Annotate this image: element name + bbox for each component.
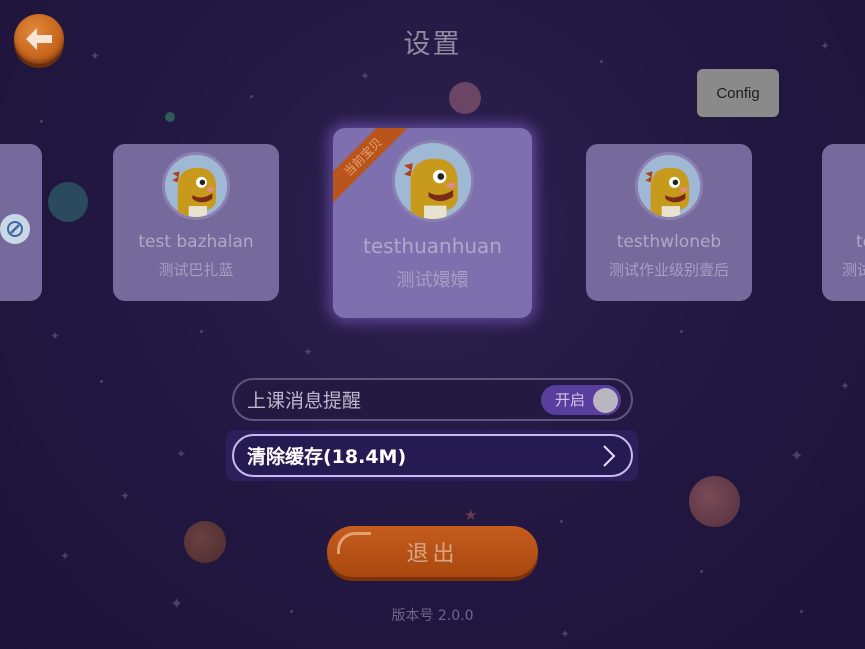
profile-name: test bazhalan	[138, 232, 254, 252]
version-text: 版本号 2.0.0	[391, 608, 474, 624]
page-title: 设置	[403, 29, 462, 60]
profile-name: te	[856, 232, 865, 252]
clear-cache-label: 清除缓存(18.4M)	[247, 446, 407, 468]
star-icon: ✦	[560, 627, 571, 641]
star-icon: ✦	[360, 69, 371, 83]
star-icon: ✦	[120, 489, 131, 503]
profile-card[interactable]	[0, 144, 42, 301]
class-reminder-label: 上课消息提醒	[247, 390, 362, 412]
avatar	[635, 152, 703, 220]
toggle-knob[interactable]	[593, 387, 618, 413]
edit-icon[interactable]	[0, 214, 30, 244]
star-icon: ✦	[303, 345, 314, 359]
button-shine	[337, 532, 371, 554]
profile-card[interactable]: te 测试	[822, 144, 865, 301]
clear-cache-row[interactable]: 清除缓存(18.4M)	[232, 434, 633, 477]
profile-name: testhwloneb	[616, 232, 722, 252]
planet-icon	[449, 82, 481, 114]
dinosaur-avatar-icon	[638, 155, 700, 217]
avatar	[392, 140, 474, 222]
star-icon: ✦	[60, 549, 71, 563]
planet-icon	[184, 521, 226, 563]
planet-icon	[165, 112, 175, 122]
star-icon: ✦	[840, 379, 851, 393]
profile-subtitle: 测试	[842, 261, 865, 279]
star-icon: ✦	[790, 446, 804, 465]
chevron-right-icon	[603, 444, 616, 467]
profile-subtitle: 测试巴扎蓝	[158, 261, 234, 279]
planet-icon	[48, 182, 88, 222]
toggle-label: 开启	[555, 391, 586, 409]
star-icon: ★	[464, 506, 478, 524]
avatar	[162, 152, 230, 220]
logout-label: 退出	[406, 541, 459, 567]
star-icon: ✦	[176, 447, 187, 461]
profile-card-test-bazhalan[interactable]: test bazhalan 测试巴扎蓝	[113, 144, 279, 301]
profile-subtitle: 测试嬛嬛	[396, 270, 469, 291]
class-reminder-toggle[interactable]: 开启	[541, 384, 621, 415]
profile-card-testhwloneb[interactable]: testhwloneb 测试作业级别壹后	[586, 144, 752, 301]
star-icon: ✦	[50, 329, 61, 343]
logout-button[interactable]: 退出	[327, 526, 538, 577]
dinosaur-avatar-icon	[165, 155, 227, 217]
planet-icon	[689, 476, 740, 527]
profile-subtitle: 测试作业级别壹后	[608, 261, 729, 279]
dinosaur-avatar-icon	[395, 143, 471, 219]
profile-name: testhuanhuan	[363, 234, 502, 258]
profile-card-testhuanhuan[interactable]: 当前宝贝 testhuanhuan 测试嬛嬛	[333, 128, 532, 318]
class-reminder-row: 上课消息提醒 开启	[232, 378, 633, 421]
config-button[interactable]: Config	[697, 69, 779, 117]
